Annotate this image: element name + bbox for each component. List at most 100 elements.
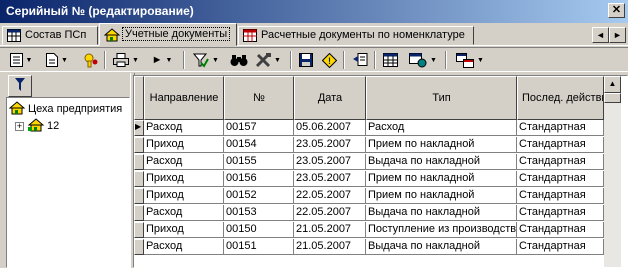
settings-icon (409, 52, 427, 68)
column-header-type[interactable]: Тип (366, 76, 517, 120)
tab-prev-button[interactable]: ◄ (592, 27, 609, 43)
close-button[interactable]: ✕ (608, 3, 625, 18)
plus-icon: + (16, 120, 23, 131)
cell-direction[interactable]: Расход (144, 205, 224, 221)
binoculars-icon (230, 54, 248, 67)
cell-last-action[interactable]: Стандартная (517, 154, 604, 170)
cell-direction[interactable]: Приход (144, 171, 224, 187)
cell-date[interactable]: 23.05.2007 (294, 154, 366, 170)
cell-type[interactable]: Поступление из производства (366, 222, 517, 238)
toolbar-separator (445, 51, 447, 69)
cell-type[interactable]: Прием по накладной (366, 171, 517, 187)
cell-date[interactable]: 21.05.2007 (294, 239, 366, 255)
cell-number[interactable]: 00151 (224, 239, 294, 255)
cell-number[interactable]: 00156 (224, 171, 294, 187)
print-button[interactable]: ▼ (111, 51, 141, 69)
cell-last-action[interactable]: Стандартная (517, 137, 604, 153)
cell-last-action[interactable]: Стандартная (517, 171, 604, 187)
toolbar: ▼ ▼ ▼ ► ▼ ▼ ▼ ! ▼ ▼ (0, 47, 628, 72)
cell-date[interactable]: 23.05.2007 (294, 171, 366, 187)
row-indicator[interactable] (134, 239, 144, 255)
chevron-down-icon: ▼ (25, 56, 33, 64)
cell-direction[interactable]: Расход (144, 120, 224, 136)
column-header-date[interactable]: Дата (294, 76, 366, 120)
cell-direction[interactable]: Приход (144, 188, 224, 204)
cell-last-action[interactable]: Стандартная (517, 239, 604, 255)
row-indicator[interactable] (134, 154, 144, 170)
cell-last-action[interactable]: Стандартная (517, 205, 604, 221)
column-header-direction[interactable]: Направление (144, 76, 224, 120)
folder-house-icon (27, 117, 45, 135)
cell-direction[interactable]: Расход (144, 154, 224, 170)
toolbar-separator (374, 51, 376, 69)
export-icon (352, 53, 368, 67)
warning-button[interactable]: ! (319, 51, 339, 69)
cell-number[interactable]: 00152 (224, 188, 294, 204)
cell-type[interactable]: Выдача по накладной (366, 205, 517, 221)
table-view-button[interactable] (380, 51, 400, 69)
cell-date[interactable]: 22.05.2007 (294, 205, 366, 221)
row-indicator[interactable] (134, 171, 144, 187)
filter-button[interactable] (8, 75, 32, 97)
row-indicator[interactable]: ▶ (134, 120, 144, 136)
new-document-button[interactable]: ▼ (44, 51, 70, 69)
tree-view[interactable]: Цеха предприятия + 12 (6, 97, 130, 268)
tab-strip: Состав ПСп Учетные документы Расчетные д… (0, 23, 628, 46)
tab-sostav-psp[interactable]: Состав ПСп (2, 26, 98, 45)
cell-last-action[interactable]: Стандартная (517, 120, 604, 136)
vertical-scrollbar[interactable]: ▲ (604, 76, 621, 267)
cell-date[interactable]: 21.05.2007 (294, 222, 366, 238)
cell-last-action[interactable]: Стандартная (517, 188, 604, 204)
tab-raschetnye-dokumenty[interactable]: Расчетные документы по номенклатуре (238, 26, 474, 45)
cell-date[interactable]: 22.05.2007 (294, 188, 366, 204)
cell-last-action[interactable]: Стандартная (517, 222, 604, 238)
link-button[interactable]: ▼ (452, 51, 488, 69)
filter-check-icon (193, 53, 209, 68)
expand-button[interactable]: + (15, 120, 24, 131)
tab-uchetnye-dokumenty[interactable]: Учетные документы (99, 23, 237, 46)
save-button[interactable] (296, 51, 316, 69)
cell-direction[interactable]: Приход (144, 222, 224, 238)
tools-button[interactable]: ▼ (252, 51, 284, 69)
chevron-down-icon: ▼ (132, 56, 139, 64)
scroll-thumb[interactable] (604, 93, 621, 103)
filter-check-button[interactable]: ▼ (190, 51, 222, 69)
document-list-button[interactable]: ▼ (8, 51, 34, 69)
cell-direction[interactable]: Приход (144, 137, 224, 153)
search-button[interactable] (228, 51, 250, 69)
tree-item-root[interactable]: Цеха предприятия (8, 100, 122, 117)
cell-number[interactable]: 00155 (224, 154, 294, 170)
run-icon: ► (151, 54, 163, 66)
tab-next-button[interactable]: ► (609, 27, 626, 43)
cell-type[interactable]: Прием по накладной (366, 188, 517, 204)
row-indicator[interactable] (134, 188, 144, 204)
documents-table: Направление № Дата Тип Послед. действие … (133, 75, 628, 268)
cell-number[interactable]: 00150 (224, 222, 294, 238)
cell-type[interactable]: Выдача по накладной (366, 154, 517, 170)
chevron-down-icon: ▼ (61, 56, 68, 64)
svg-text:!: ! (328, 56, 331, 66)
settings-button[interactable]: ▼ (405, 51, 441, 69)
toolbar-separator (290, 51, 292, 69)
run-button[interactable]: ► ▼ (147, 51, 177, 69)
export-button[interactable] (350, 51, 370, 69)
chevron-down-icon: ▼ (477, 56, 484, 64)
cell-type[interactable]: Расход (366, 120, 517, 136)
save-icon (299, 53, 313, 67)
cell-date[interactable]: 05.06.2007 (294, 120, 366, 136)
row-indicator[interactable] (134, 222, 144, 238)
cell-number[interactable]: 00154 (224, 137, 294, 153)
cell-type[interactable]: Выдача по накладной (366, 239, 517, 255)
row-indicator[interactable] (134, 205, 144, 221)
column-header-number[interactable]: № (224, 76, 294, 120)
cell-number[interactable]: 00153 (224, 205, 294, 221)
row-indicator[interactable] (134, 137, 144, 153)
cell-direction[interactable]: Расход (144, 239, 224, 255)
column-header-last-action[interactable]: Послед. действие (517, 76, 604, 120)
key-button[interactable] (82, 51, 100, 69)
cell-date[interactable]: 23.05.2007 (294, 137, 366, 153)
cell-number[interactable]: 00157 (224, 120, 294, 136)
cell-type[interactable]: Прием по накладной (366, 137, 517, 153)
tree-item-12[interactable]: + 12 (15, 117, 59, 135)
scroll-up-button[interactable]: ▲ (604, 76, 621, 93)
